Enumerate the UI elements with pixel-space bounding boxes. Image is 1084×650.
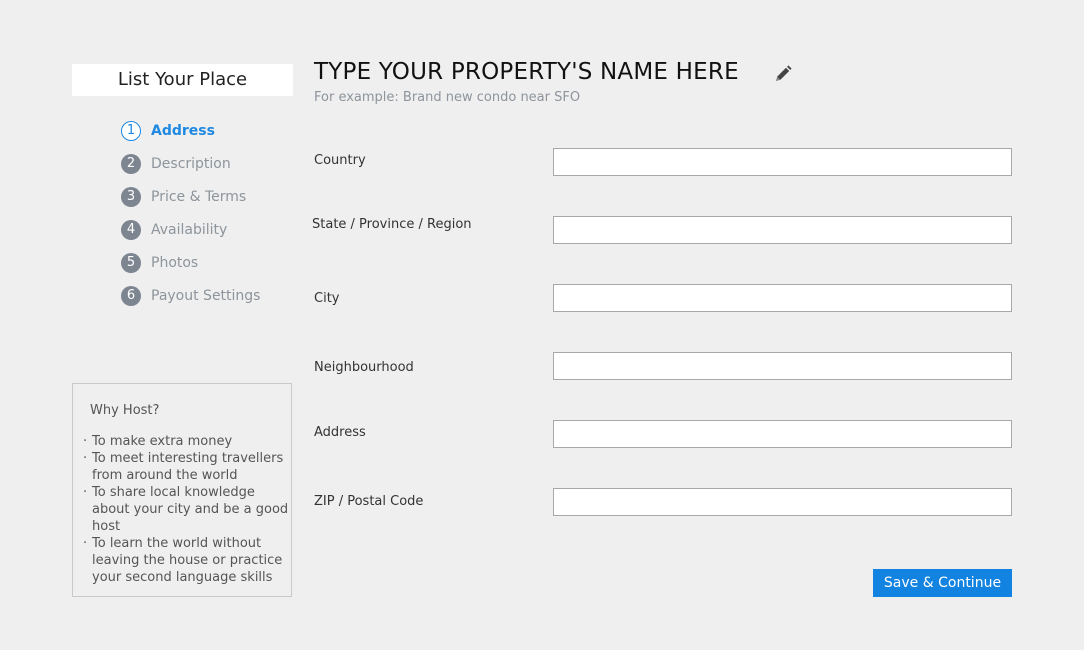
country-label: Country — [314, 153, 366, 168]
save-continue-button[interactable]: Save & Continue — [873, 569, 1012, 597]
why-host-title: Why Host? — [90, 403, 160, 418]
address-input[interactable] — [553, 420, 1012, 448]
why-host-reason: To share local knowledge about your city… — [83, 484, 293, 535]
step-number: 4 — [121, 219, 141, 240]
neighbourhood-input[interactable] — [553, 352, 1012, 380]
city-label: City — [314, 291, 340, 306]
zip-label: ZIP / Postal Code — [314, 494, 424, 509]
property-name-title[interactable]: TYPE YOUR PROPERTY'S NAME HERE — [314, 59, 739, 85]
step-label: Payout Settings — [151, 287, 261, 304]
steps-nav: 1 Address 2 Description 3 Price & Terms … — [121, 114, 260, 312]
country-input[interactable] — [553, 148, 1012, 176]
why-host-list: To make extra money To meet interesting … — [83, 433, 293, 586]
why-host-reason: To make extra money — [83, 433, 293, 450]
city-input[interactable] — [553, 284, 1012, 312]
step-label: Photos — [151, 254, 199, 271]
step-number: 3 — [121, 186, 141, 207]
state-input[interactable] — [553, 216, 1012, 244]
step-description[interactable]: 2 Description — [121, 147, 260, 180]
step-address[interactable]: 1 Address — [121, 114, 260, 147]
why-host-reason: To meet interesting travellers from arou… — [83, 450, 293, 484]
step-photos[interactable]: 5 Photos — [121, 246, 260, 279]
why-host-reason: To learn the world without leaving the h… — [83, 535, 293, 586]
step-payout-settings[interactable]: 6 Payout Settings — [121, 279, 260, 312]
step-number: 2 — [121, 153, 141, 174]
step-label: Price & Terms — [151, 188, 247, 205]
step-label: Description — [151, 155, 231, 172]
sidebar-title: List Your Place — [72, 64, 293, 96]
step-availability[interactable]: 4 Availability — [121, 213, 260, 246]
step-number: 6 — [121, 285, 141, 306]
state-label: State / Province / Region — [312, 217, 472, 232]
zip-input[interactable] — [553, 488, 1012, 516]
step-label: Address — [151, 122, 215, 139]
step-number: 5 — [121, 252, 141, 273]
why-host-box: Why Host? To make extra money To meet in… — [72, 383, 292, 597]
address-label: Address — [314, 425, 366, 440]
pencil-icon[interactable] — [773, 64, 793, 84]
step-price-terms[interactable]: 3 Price & Terms — [121, 180, 260, 213]
step-label: Availability — [151, 221, 228, 238]
neighbourhood-label: Neighbourhood — [314, 360, 414, 375]
step-number: 1 — [121, 120, 141, 141]
property-name-hint: For example: Brand new condo near SFO — [314, 90, 581, 105]
